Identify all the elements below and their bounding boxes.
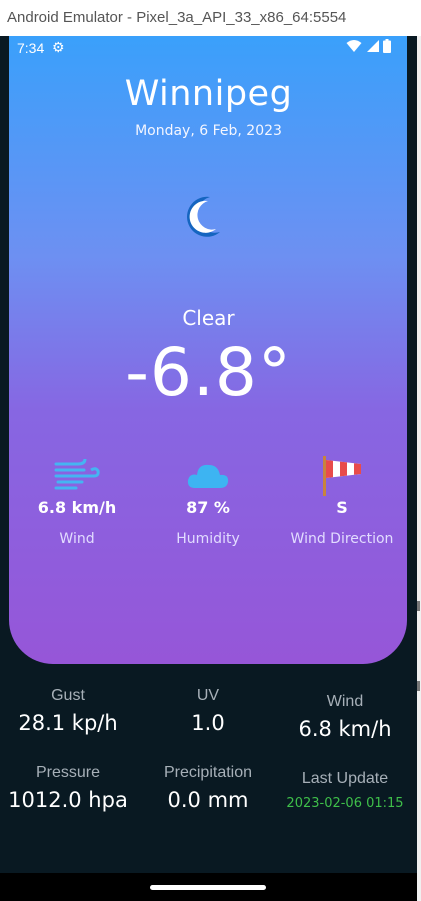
metric-humidity: 87 % Humidity <box>138 456 278 547</box>
uv-value: 1.0 <box>191 711 225 735</box>
wind-icon <box>54 458 100 490</box>
weather-condition: Clear <box>182 306 235 330</box>
precipitation-value: 0.0 mm <box>167 788 249 812</box>
wind-value: 6.8 km/h <box>37 498 117 517</box>
signal-icon <box>367 40 379 52</box>
wind-direction-label: Wind Direction <box>290 531 394 547</box>
metric-wind: 6.8 km/h Wind <box>7 456 147 547</box>
pressure-value: 1012.0 hpa <box>8 788 128 812</box>
pressure-label: Pressure <box>35 764 101 781</box>
wind-direction-value: S <box>336 498 348 517</box>
current-date: Monday, 6 Feb, 2023 <box>135 123 282 139</box>
emulator-title: Android Emulator - Pixel_3a_API_33_x86_6… <box>0 0 421 36</box>
wifi-icon <box>346 40 362 52</box>
status-icons <box>346 39 391 53</box>
gust-value: 28.1 kp/h <box>18 711 118 735</box>
uv-stat: UV 1.0 <box>140 687 276 735</box>
last-update-value: 2023-02-06 01:15 <box>286 796 404 811</box>
wind-label: Wind <box>59 531 95 547</box>
temperature: -6.8° <box>125 334 292 411</box>
navigation-bar <box>0 873 417 901</box>
gust-label: Gust <box>51 687 85 704</box>
moon-icon <box>187 196 220 237</box>
uv-label: UV <box>196 687 220 704</box>
battery-icon <box>383 39 391 53</box>
gear-icon: ⚙ <box>52 39 65 55</box>
phone-screen: 7:34 ⚙ Winnipeg Monday, 6 Feb, 2023 Clea… <box>0 36 417 901</box>
humidity-label: Humidity <box>176 531 240 547</box>
precipitation-stat: Precipitation 0.0 mm <box>140 764 276 812</box>
city-name: Winnipeg <box>124 74 293 114</box>
windsock-icon <box>323 456 361 496</box>
metric-wind-direction: S Wind Direction <box>272 456 412 547</box>
precipitation-label: Precipitation <box>163 764 253 781</box>
status-time: 7:34 <box>17 40 45 56</box>
cloud-icon <box>187 464 229 488</box>
status-bar: 7:34 ⚙ <box>0 36 417 60</box>
wind-stat-value: 6.8 km/h <box>298 717 392 741</box>
last-update-stat: Last Update 2023-02-06 01:15 <box>277 770 413 811</box>
humidity-value: 87 % <box>186 498 230 517</box>
pressure-stat: Pressure 1012.0 hpa <box>0 764 136 812</box>
home-gesture-handle[interactable] <box>150 885 266 890</box>
last-update-label: Last Update <box>301 770 389 787</box>
gust-stat: Gust 28.1 kp/h <box>0 687 136 735</box>
wind-stat-label: Wind <box>326 693 364 710</box>
wind-stat: Wind 6.8 km/h <box>277 693 413 741</box>
